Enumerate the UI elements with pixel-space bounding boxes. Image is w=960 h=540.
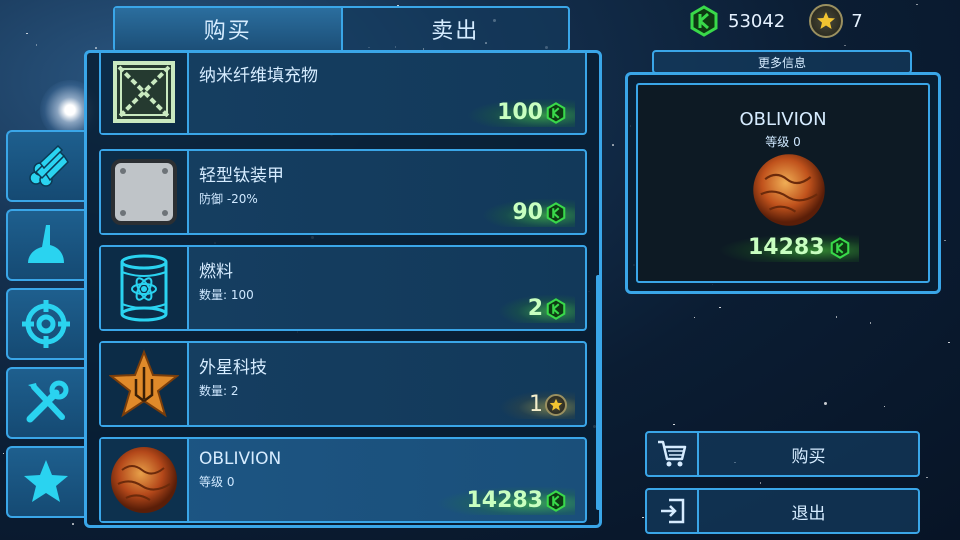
category-weapons[interactable]	[6, 288, 84, 360]
item-price: 100	[467, 98, 575, 127]
exit-button[interactable]: 退出	[645, 488, 920, 534]
star-dot	[824, 402, 828, 406]
item-thumbnail	[101, 439, 189, 521]
item-name: OBLIVION	[199, 449, 282, 469]
price-value: 14283	[748, 235, 825, 260]
item-name: 外星科技	[199, 358, 267, 378]
star-icon	[24, 460, 68, 502]
price-value: 2	[527, 296, 543, 321]
star-dot	[693, 316, 696, 318]
tab-sell[interactable]: 卖出	[340, 8, 569, 50]
star-dot	[759, 482, 762, 484]
weapons-icon	[22, 300, 70, 348]
star-balance: 7	[851, 10, 863, 32]
star-dot	[916, 3, 918, 6]
star-dot	[673, 423, 675, 426]
list-item[interactable]: 燃料 数量: 100 2	[99, 245, 587, 331]
price-value: 100	[497, 100, 543, 125]
cart-icon	[658, 440, 687, 467]
tools-icon	[26, 380, 69, 423]
detail-price: 14283	[718, 233, 859, 262]
star-dot	[948, 341, 950, 344]
oblivion-orb-icon	[111, 447, 177, 513]
crystal-icon	[830, 236, 849, 259]
more-info-header: 更多信息	[652, 50, 912, 74]
exit-icon	[661, 498, 685, 524]
list-scrollbar[interactable]	[596, 275, 602, 510]
list-item[interactable]: 轻型钛装甲 防御 -20% 90	[99, 149, 587, 235]
category-hull[interactable]	[6, 209, 84, 281]
star-dot	[883, 405, 886, 408]
shop-item-list[interactable]: 纳米纤维填充物 100 轻型钛装甲 防御 -20% 90 燃料 数量: 100 …	[84, 50, 602, 528]
tab-buy[interactable]: 购买	[115, 8, 341, 50]
item-thumbnail	[101, 247, 189, 329]
armor-plate-icon	[111, 159, 177, 225]
star-coin-icon	[545, 393, 567, 416]
item-price: 1	[499, 390, 575, 419]
star-dot	[835, 316, 838, 318]
category-parts[interactable]	[6, 130, 84, 202]
list-item-selected[interactable]: OBLIVION 等级 0 14283	[99, 437, 587, 523]
star-dot	[612, 144, 614, 146]
star-currency-icon	[809, 4, 844, 38]
item-name: 燃料	[199, 262, 233, 282]
crystal-icon	[546, 101, 566, 124]
item-price: 90	[482, 198, 575, 227]
hull-icon	[28, 225, 64, 263]
star-dot	[926, 476, 928, 479]
star-dot	[642, 516, 644, 519]
crystal-icon	[546, 201, 566, 224]
buy-sell-tabs: 购买 卖出	[113, 6, 570, 52]
buy-button-label: 购买	[791, 446, 826, 467]
star-dot	[869, 322, 872, 324]
crystal-icon	[546, 297, 566, 320]
oblivion-orb-icon	[753, 154, 825, 226]
detail-title: OBLIVION	[739, 109, 827, 130]
exit-button-label: 退出	[791, 503, 826, 524]
star-dot	[944, 239, 946, 242]
alien-tech-icon	[109, 349, 179, 418]
star-dot	[95, 47, 97, 49]
category-special[interactable]	[6, 446, 84, 518]
list-item[interactable]: 外星科技 数量: 2 1	[99, 341, 587, 427]
star-dot	[844, 44, 846, 47]
item-name: 轻型钛装甲	[199, 166, 284, 186]
list-item[interactable]: 纳米纤维填充物 100	[99, 53, 587, 135]
item-thumbnail	[101, 53, 189, 133]
item-price: 14283	[436, 486, 575, 515]
crystal-balance: 53042	[728, 10, 786, 32]
item-name: 纳米纤维填充物	[199, 66, 318, 86]
star-dot	[2, 452, 5, 455]
star-dot	[35, 44, 38, 46]
crate-icon	[113, 61, 175, 123]
item-price: 2	[497, 294, 575, 323]
price-value: 90	[512, 200, 543, 225]
cart-icon-wrap	[647, 433, 699, 475]
exit-icon-wrap	[647, 490, 699, 532]
category-tools[interactable]	[6, 367, 84, 439]
currency-bar: 53042 7	[688, 4, 863, 38]
crystal-currency-icon	[690, 5, 718, 37]
item-detail-inner: OBLIVION 等级 0 14283	[636, 83, 930, 283]
item-thumbnail	[101, 343, 189, 425]
crystal-icon	[546, 489, 566, 512]
category-sidebar	[6, 130, 84, 525]
parts-icon	[29, 144, 69, 187]
item-thumbnail	[101, 151, 189, 233]
fuel-barrel-icon	[120, 254, 168, 322]
detail-level: 等级 0	[765, 135, 801, 149]
item-detail-panel: OBLIVION 等级 0 14283	[625, 72, 941, 294]
star-dot	[719, 306, 721, 309]
price-value: 1	[529, 392, 543, 417]
buy-button[interactable]: 购买	[645, 431, 920, 477]
star-dot	[26, 32, 28, 35]
price-value: 14283	[466, 488, 543, 513]
